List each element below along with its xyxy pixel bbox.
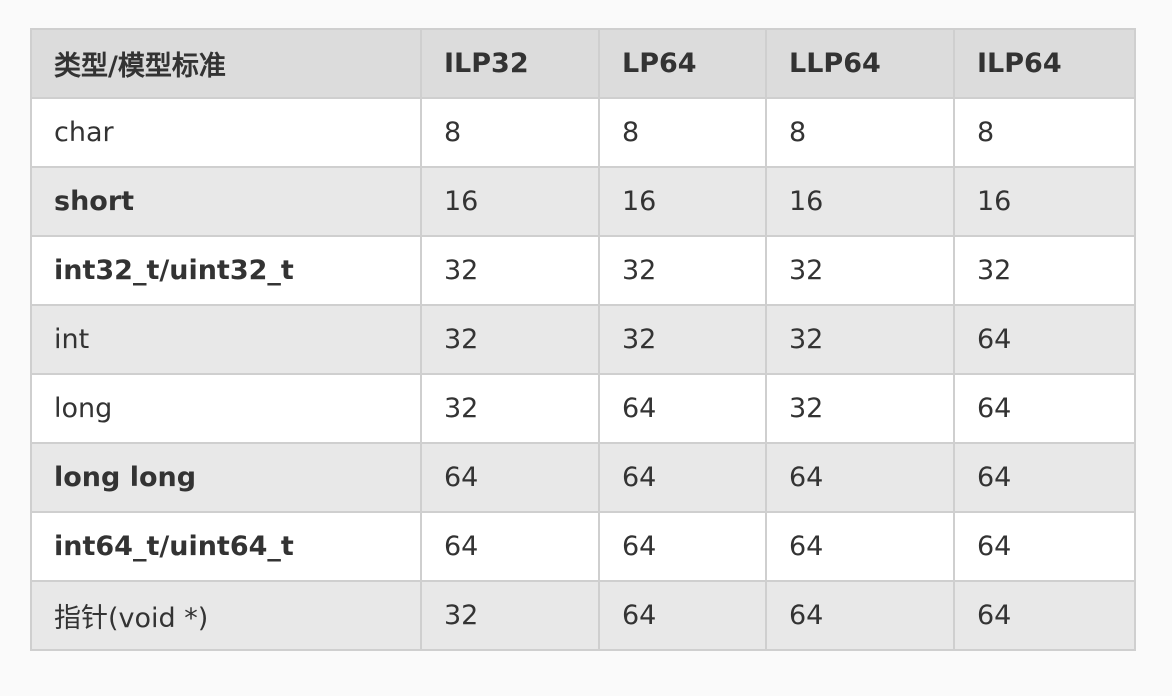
row-type-label: 指针(void *) bbox=[30, 580, 422, 651]
cell-lp64: 64 bbox=[598, 373, 767, 444]
cell-llp64: 32 bbox=[765, 373, 955, 444]
table-row: long 32 64 32 64 bbox=[30, 373, 1136, 444]
table-row: int32_t/uint32_t 32 32 32 32 bbox=[30, 235, 1136, 306]
cell-ilp64: 32 bbox=[953, 235, 1136, 306]
cell-lp64: 32 bbox=[598, 235, 767, 306]
cell-lp64: 64 bbox=[598, 442, 767, 513]
cell-lp64: 16 bbox=[598, 166, 767, 237]
cell-lp64: 64 bbox=[598, 511, 767, 582]
cell-llp64: 64 bbox=[765, 580, 955, 651]
cell-llp64: 16 bbox=[765, 166, 955, 237]
row-type-label: int64_t/uint64_t bbox=[30, 511, 422, 582]
table-row: long long 64 64 64 64 bbox=[30, 442, 1136, 513]
row-type-label: long bbox=[30, 373, 422, 444]
cell-ilp32: 64 bbox=[420, 511, 600, 582]
data-model-table-container: 类型/模型标准 ILP32 LP64 LLP64 ILP64 char 8 8 … bbox=[30, 28, 1136, 651]
cell-llp64: 32 bbox=[765, 235, 955, 306]
cell-ilp64: 8 bbox=[953, 97, 1136, 168]
header-type-model: 类型/模型标准 bbox=[30, 28, 422, 99]
cell-ilp32: 32 bbox=[420, 304, 600, 375]
cell-ilp32: 32 bbox=[420, 235, 600, 306]
cell-lp64: 32 bbox=[598, 304, 767, 375]
header-ilp32: ILP32 bbox=[420, 28, 600, 99]
cell-ilp64: 16 bbox=[953, 166, 1136, 237]
cell-llp64: 64 bbox=[765, 511, 955, 582]
row-type-label: long long bbox=[30, 442, 422, 513]
cell-ilp32: 32 bbox=[420, 580, 600, 651]
table-row: short 16 16 16 16 bbox=[30, 166, 1136, 237]
header-lp64: LP64 bbox=[598, 28, 767, 99]
header-row: 类型/模型标准 ILP32 LP64 LLP64 ILP64 bbox=[30, 28, 1136, 99]
cell-ilp32: 32 bbox=[420, 373, 600, 444]
data-model-table: 类型/模型标准 ILP32 LP64 LLP64 ILP64 char 8 8 … bbox=[30, 28, 1136, 651]
row-type-label: short bbox=[30, 166, 422, 237]
header-llp64: LLP64 bbox=[765, 28, 955, 99]
cell-llp64: 64 bbox=[765, 442, 955, 513]
cell-ilp64: 64 bbox=[953, 442, 1136, 513]
table-row: char 8 8 8 8 bbox=[30, 97, 1136, 168]
table-row: 指针(void *) 32 64 64 64 bbox=[30, 580, 1136, 651]
cell-ilp64: 64 bbox=[953, 580, 1136, 651]
cell-ilp32: 8 bbox=[420, 97, 600, 168]
row-type-label: int bbox=[30, 304, 422, 375]
cell-ilp64: 64 bbox=[953, 511, 1136, 582]
cell-ilp64: 64 bbox=[953, 304, 1136, 375]
cell-llp64: 8 bbox=[765, 97, 955, 168]
cell-llp64: 32 bbox=[765, 304, 955, 375]
table-row: int 32 32 32 64 bbox=[30, 304, 1136, 375]
cell-ilp64: 64 bbox=[953, 373, 1136, 444]
header-ilp64: ILP64 bbox=[953, 28, 1136, 99]
cell-lp64: 64 bbox=[598, 580, 767, 651]
row-type-label: int32_t/uint32_t bbox=[30, 235, 422, 306]
cell-ilp32: 16 bbox=[420, 166, 600, 237]
cell-ilp32: 64 bbox=[420, 442, 600, 513]
row-type-label: char bbox=[30, 97, 422, 168]
cell-lp64: 8 bbox=[598, 97, 767, 168]
table-row: int64_t/uint64_t 64 64 64 64 bbox=[30, 511, 1136, 582]
